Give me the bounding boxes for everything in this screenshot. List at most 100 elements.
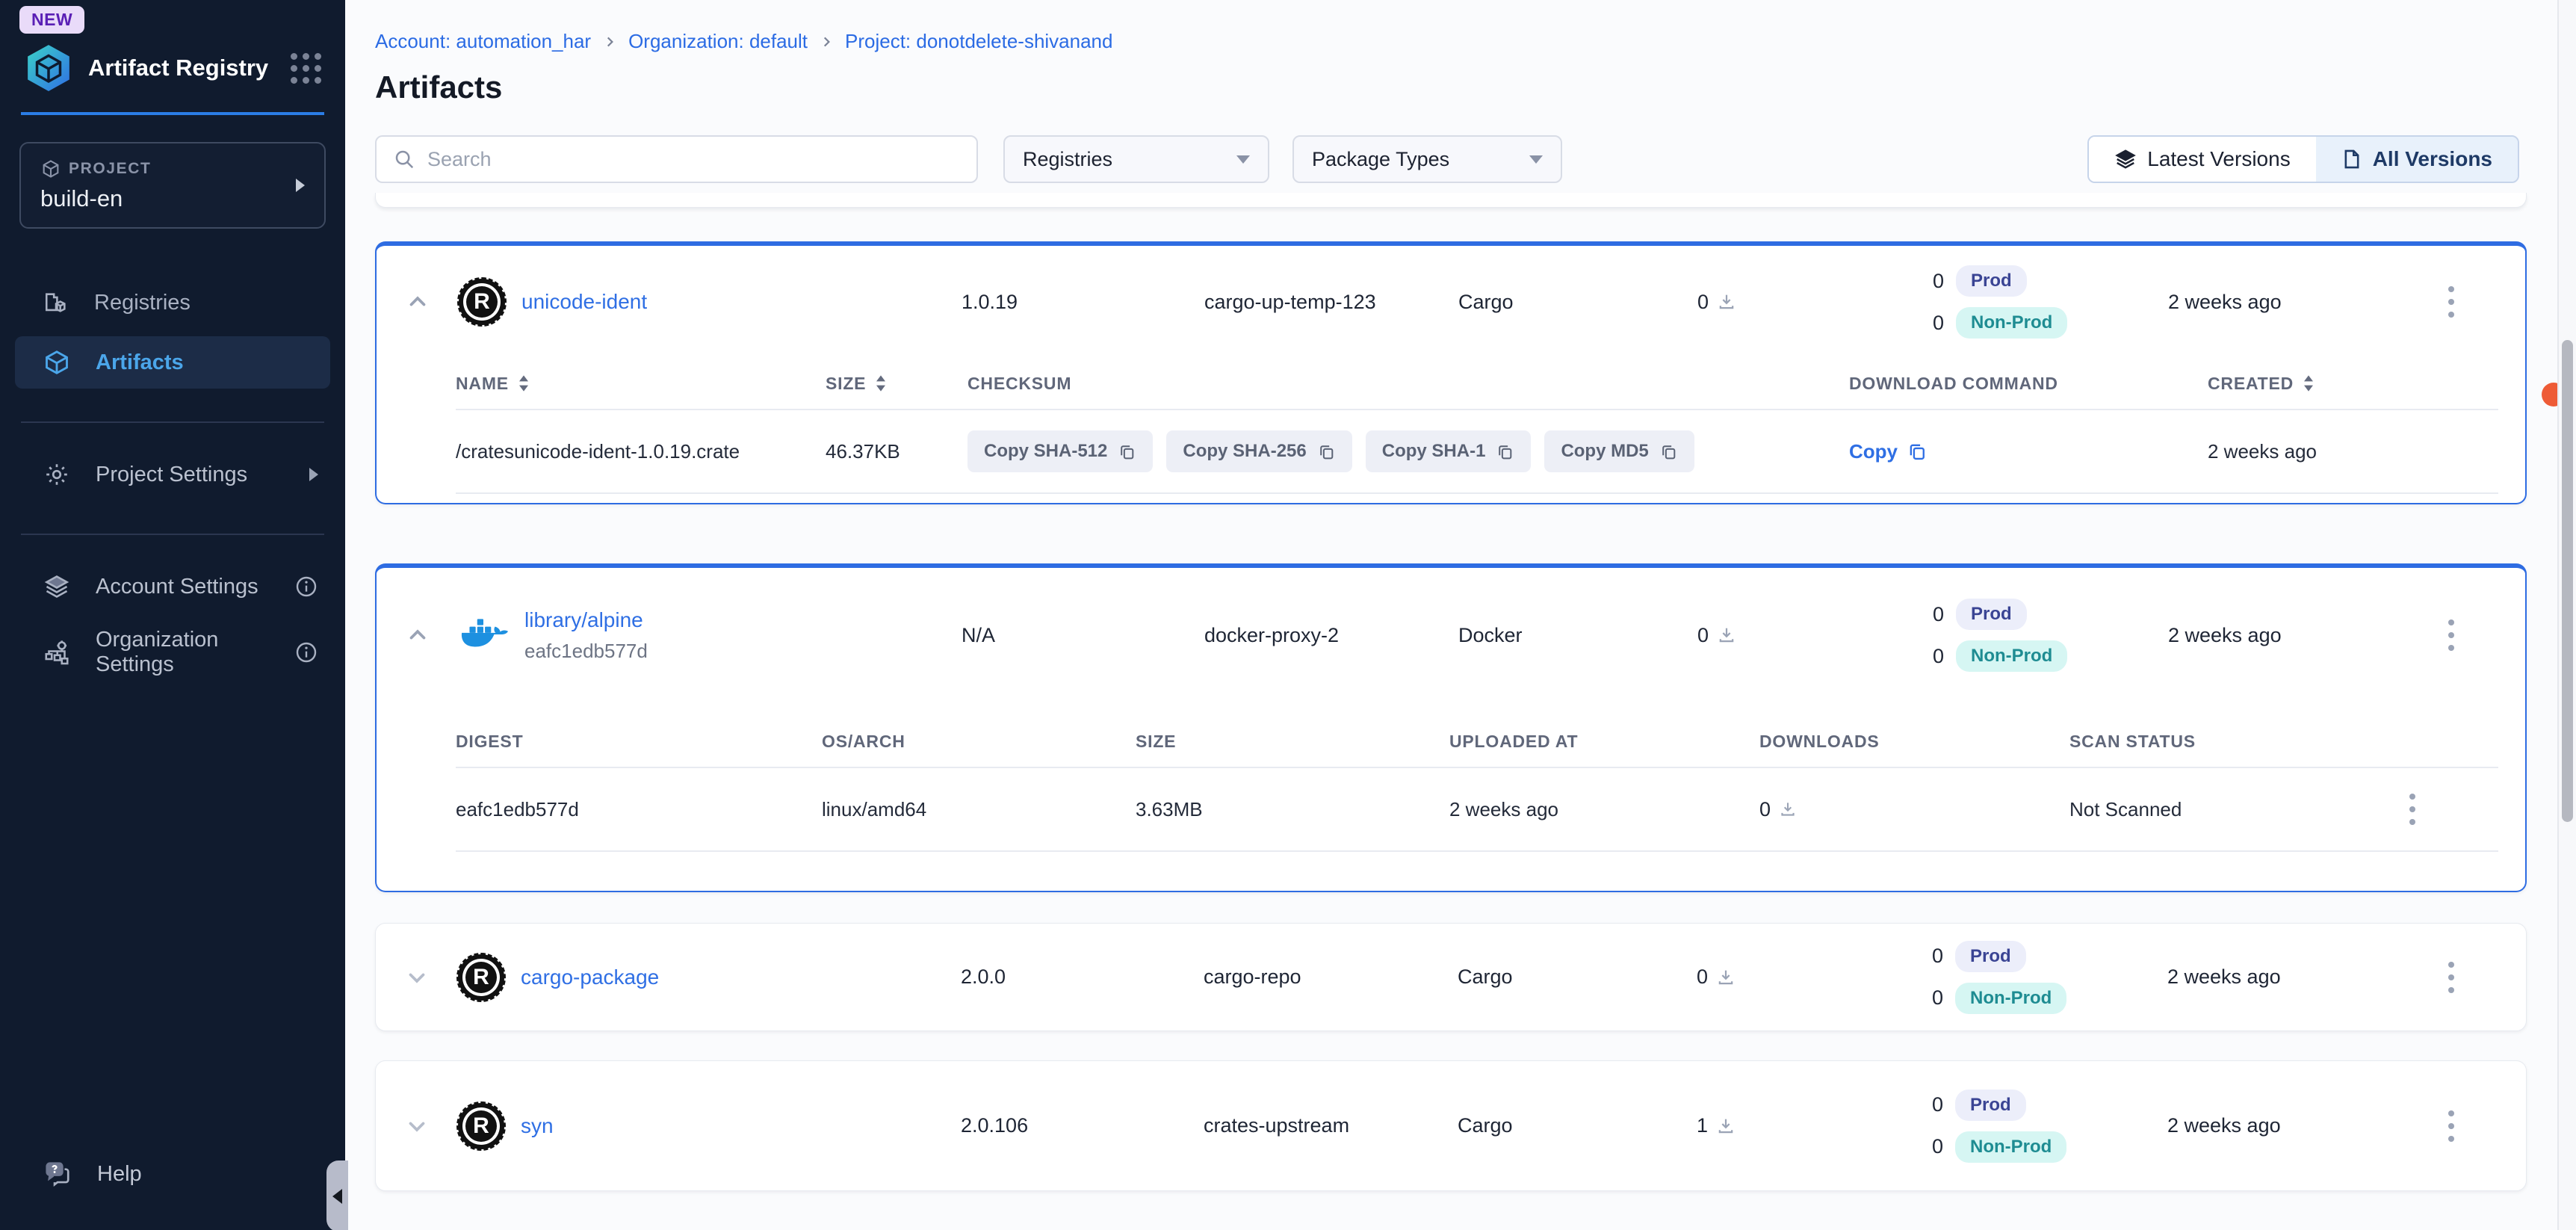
prod-badge: Prod xyxy=(1955,1090,2026,1121)
chevron-right-icon xyxy=(296,179,305,192)
column-header: SIZE xyxy=(1136,732,1449,752)
repository-link[interactable]: docker-proxy-2 xyxy=(1204,624,1458,647)
expand-row-toggle[interactable] xyxy=(376,965,458,990)
nonprod-badge: Non-Prod xyxy=(1955,983,2066,1014)
page-title: Artifacts xyxy=(375,69,2527,105)
row-actions-menu[interactable] xyxy=(2441,954,2462,1001)
sidebar-item-label: Account Settings xyxy=(96,575,269,599)
package-type: Docker xyxy=(1458,624,1697,647)
package-name-link[interactable]: syn xyxy=(521,1114,554,1138)
created-date: 2 weeks ago xyxy=(2168,291,2377,314)
expand-row-toggle[interactable] xyxy=(376,1113,458,1139)
chevron-up-icon xyxy=(405,289,430,315)
sort-icon[interactable] xyxy=(518,374,530,392)
prod-count: 0 xyxy=(1922,603,1944,626)
downloads-count: 0 xyxy=(1697,965,1708,989)
package-name-link[interactable]: library/alpine xyxy=(524,608,643,631)
scan-status: Not Scanned xyxy=(2069,798,2402,821)
breadcrumb: Account: automation_har Organization: de… xyxy=(375,0,2527,53)
package-version: N/A xyxy=(962,624,1204,647)
sidebar-item-help[interactable]: Help xyxy=(0,1148,345,1200)
cargo-package-icon: R xyxy=(458,954,504,1001)
repository-link[interactable]: cargo-up-temp-123 xyxy=(1204,291,1458,314)
sidebar-item-label: Registries xyxy=(94,291,318,315)
package-row: R cargo-package 2.0.0 cargo-repo Cargo 0… xyxy=(376,924,2526,1030)
apps-grid-icon[interactable] xyxy=(291,53,321,84)
package-card-library-alpine: library/alpine eafc1edb577d N/A docker-p… xyxy=(375,563,2527,892)
artifacts-icon xyxy=(43,349,70,376)
package-card-unicode-ident: R unicode-ident 1.0.19 cargo-up-temp-123… xyxy=(375,241,2527,504)
scrollbar-thumb[interactable] xyxy=(2562,340,2573,822)
package-version-link[interactable]: 2.0.0 xyxy=(961,965,1204,989)
package-row: library/alpine eafc1edb577d N/A docker-p… xyxy=(377,568,2525,702)
sidebar-collapse-handle[interactable] xyxy=(326,1161,348,1230)
download-icon xyxy=(1716,291,1737,312)
collapse-row-toggle[interactable] xyxy=(377,622,459,648)
new-badge: NEW xyxy=(19,6,84,34)
collapse-row-toggle[interactable] xyxy=(377,289,459,315)
row-actions-menu[interactable] xyxy=(2441,612,2462,658)
docker-package-icon xyxy=(459,614,508,656)
sidebar: NEW Artifact Registry P xyxy=(0,0,345,1230)
latest-versions-button[interactable]: Latest Versions xyxy=(2089,137,2315,182)
sort-icon[interactable] xyxy=(875,374,887,392)
package-row: R syn 2.0.106 crates-upstream Cargo 1 0 … xyxy=(376,1061,2526,1190)
breadcrumb-project-link[interactable]: Project: donotdelete-shivanand xyxy=(845,30,1112,53)
package-version-link[interactable]: 2.0.106 xyxy=(961,1114,1204,1137)
info-icon[interactable] xyxy=(294,575,318,599)
download-icon xyxy=(1715,1116,1736,1137)
prod-count: 0 xyxy=(1921,1093,1943,1116)
prod-count: 0 xyxy=(1922,270,1944,293)
sort-icon[interactable] xyxy=(2303,374,2315,392)
registries-dropdown[interactable]: Registries xyxy=(1003,135,1269,183)
package-name-link[interactable]: unicode-ident xyxy=(521,290,647,314)
row-actions-menu[interactable] xyxy=(2441,1103,2462,1149)
digest-actions-menu[interactable] xyxy=(2402,786,2423,832)
layers-icon xyxy=(43,573,70,600)
environment-badges: 0 Prod 0 Non-Prod xyxy=(1921,1090,2167,1163)
row-actions-menu[interactable] xyxy=(2441,279,2462,325)
sidebar-item-label: Artifacts xyxy=(96,350,318,375)
copy-icon xyxy=(1907,441,1928,462)
app-title: Artifact Registry xyxy=(88,55,276,81)
copy-sha256-button[interactable]: Copy SHA-256 xyxy=(1166,430,1352,472)
created-date: 2 weeks ago xyxy=(2167,1114,2377,1137)
cargo-letter: R xyxy=(474,289,490,315)
layers-icon xyxy=(2114,148,2137,170)
all-versions-button[interactable]: All Versions xyxy=(2316,137,2518,182)
sidebar-item-project-settings[interactable]: Project Settings xyxy=(0,448,345,501)
repository-link[interactable]: cargo-repo xyxy=(1204,965,1458,989)
breadcrumb-account-link[interactable]: Account: automation_har xyxy=(375,30,591,53)
copy-download-command-button[interactable]: Copy xyxy=(1849,440,2208,463)
sidebar-item-account-settings[interactable]: Account Settings xyxy=(0,560,345,613)
package-name-link[interactable]: cargo-package xyxy=(521,965,659,989)
sidebar-item-artifacts[interactable]: Artifacts xyxy=(15,336,330,389)
chevron-down-icon xyxy=(404,965,430,990)
download-icon xyxy=(1716,625,1737,646)
sidebar-item-organization-settings[interactable]: Organization Settings xyxy=(0,626,345,679)
package-card-cargo-package: R cargo-package 2.0.0 cargo-repo Cargo 0… xyxy=(375,923,2527,1031)
repository-link[interactable]: crates-upstream xyxy=(1204,1114,1458,1137)
digest-link[interactable]: eafc1edb577d xyxy=(456,798,822,821)
breadcrumb-organization-link[interactable]: Organization: default xyxy=(628,30,808,53)
main-content: Account: automation_har Organization: de… xyxy=(345,0,2576,1230)
chevron-right-icon xyxy=(309,468,318,481)
package-types-dropdown[interactable]: Package Types xyxy=(1292,135,1562,183)
sidebar-item-registries[interactable]: Registries xyxy=(0,276,345,329)
digests-table: DIGEST OS/ARCH SIZE UPLOADED AT DOWNLOAD… xyxy=(377,716,2525,891)
scrollbar-track[interactable] xyxy=(2557,0,2576,1230)
sidebar-divider xyxy=(21,421,324,423)
environment-badges: 0 Prod 0 Non-Prod xyxy=(1921,941,2167,1014)
sidebar-item-label: Help xyxy=(97,1162,318,1187)
info-icon[interactable] xyxy=(294,640,318,664)
search-input[interactable] xyxy=(427,148,960,171)
copy-sha512-button[interactable]: Copy SHA-512 xyxy=(967,430,1153,472)
package-type: Cargo xyxy=(1458,1114,1697,1137)
package-version-link[interactable]: 1.0.19 xyxy=(962,291,1204,314)
project-selector[interactable]: PROJECT build-en xyxy=(19,142,326,229)
copy-md5-button[interactable]: Copy MD5 xyxy=(1544,430,1694,472)
chevron-down-icon xyxy=(404,1113,430,1139)
os-arch: linux/amd64 xyxy=(822,798,1136,821)
copy-sha1-button[interactable]: Copy SHA-1 xyxy=(1366,430,1532,472)
sidebar-divider xyxy=(21,534,324,535)
